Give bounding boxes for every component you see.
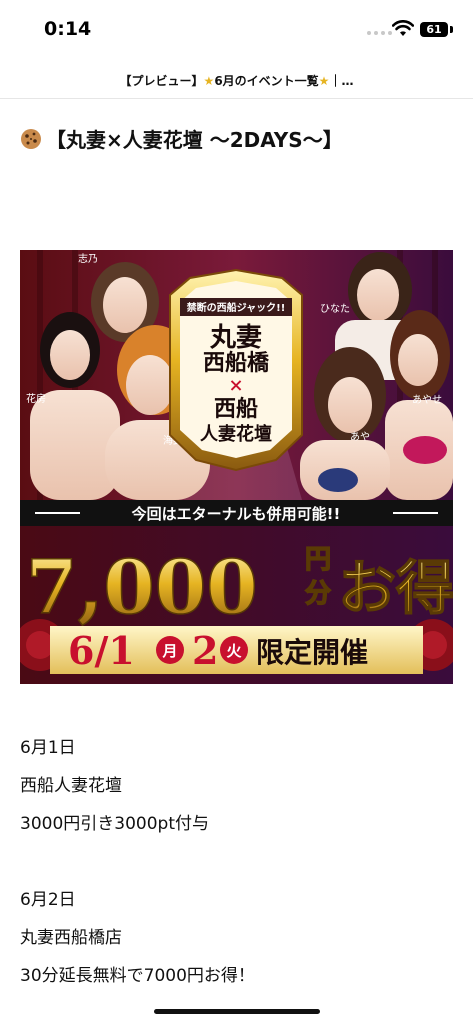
nav-header: 【プレビュー】★6月のイベント一覧★｜… [0, 62, 473, 99]
date-b: 2 [192, 628, 218, 673]
body-line: 西船人妻花壇 [20, 776, 122, 796]
title-prefix: 【プレビュー】 [119, 73, 204, 88]
badge-line2: 西船橋 [203, 350, 270, 376]
central-badge: 禁断の西船ジャック!! 丸妻 西船橋 × 西船 人妻花壇 [169, 268, 303, 472]
home-indicator[interactable] [154, 1009, 320, 1014]
event-banner-image[interactable]: 志乃 ひなた 花房 海野 あや あやせ 禁断の西船ジャック!! 丸妻 西船橋 ×… [20, 250, 453, 684]
banner-artwork: 志乃 ひなた 花房 海野 あや あやせ 禁断の西船ジャック!! 丸妻 西船橋 ×… [20, 250, 453, 684]
page-title[interactable]: 【プレビュー】★6月のイベント一覧★｜… [120, 72, 354, 89]
ribbon-text: 今回はエターナルも併用可能!! [131, 505, 341, 523]
model-name: ひなた [320, 303, 350, 315]
wifi-icon [392, 20, 414, 36]
cellular-signal-icon [367, 31, 392, 35]
body-line: 丸妻西船橋店 [20, 928, 122, 948]
battery-icon: 61 [420, 22, 448, 37]
body-line: 6月2日 [20, 890, 76, 910]
badge-line3: 西船 [214, 396, 258, 422]
badge-line1: 丸妻 [209, 323, 262, 353]
badge-top-text: 禁断の西船ジャック!! [186, 301, 286, 314]
badge-x: × [228, 375, 243, 396]
body-line: 6月1日 [20, 738, 76, 758]
model-name: 志乃 [78, 252, 98, 265]
star-icon: ★ [203, 73, 215, 88]
post-title-text: 【丸妻×人妻花壇 〜2DAYS〜】 [46, 128, 343, 152]
body-line: 30分延長無料で7000円お得！ [20, 966, 255, 986]
body-line: 3000円引き3000pt付与 [20, 814, 209, 834]
date-a: 6/1 [68, 628, 135, 673]
model-name: 花房 [26, 392, 46, 405]
clock: 0:14 [44, 18, 92, 40]
date-b-day: 火 [226, 642, 242, 660]
yen-text: 分 [305, 579, 331, 609]
post-title: 【丸妻×人妻花壇 〜2DAYS〜】 [20, 124, 460, 153]
model-name: あや [350, 431, 370, 443]
model-name: あやせ [412, 394, 442, 406]
cookie-icon [21, 128, 41, 149]
date-a-day: 月 [161, 642, 177, 660]
star-icon: ★ [318, 73, 330, 88]
battery-tip [450, 26, 453, 33]
title-main: 6月のイベント一覧 [214, 73, 319, 88]
otoku-text: お得 [338, 554, 453, 622]
badge-line4: 人妻花壇 [200, 423, 272, 445]
title-suffix: ｜… [329, 73, 354, 88]
battery-level: 61 [426, 23, 442, 36]
status-bar: 0:14 61 [0, 0, 473, 62]
yen-text: 円 [305, 545, 331, 575]
amount-text: 7,000 [26, 545, 258, 631]
limited-text: 限定開催 [256, 636, 368, 669]
